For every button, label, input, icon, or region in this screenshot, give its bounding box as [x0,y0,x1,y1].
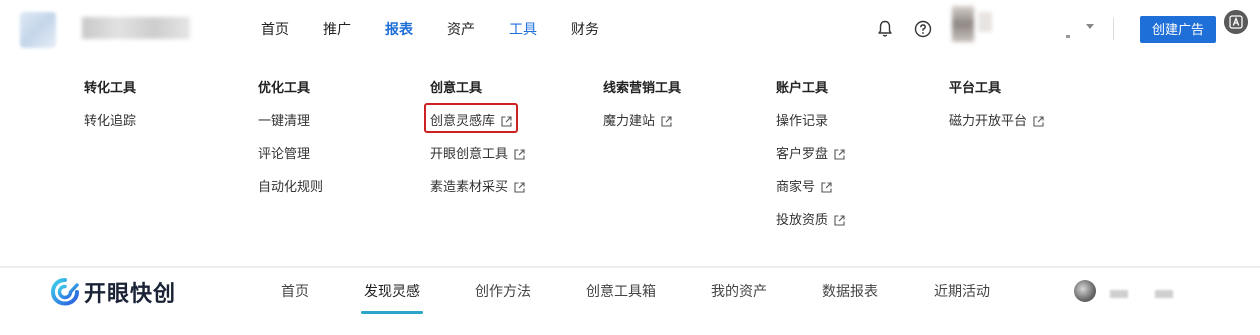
menu-item-kaiyan-creative-tool[interactable]: 开眼创意工具 [430,144,525,164]
external-link-icon [834,148,845,160]
menu-item-label: 自动化规则 [258,179,324,194]
nav-assets[interactable]: 资产 [447,0,475,58]
tab-discover-inspiration[interactable]: 发现灵感 [364,268,420,314]
column-lead-marketing-tools: 线索营销工具 魔力建站 [603,78,681,131]
account-name-redacted [82,17,190,39]
user-avatar-redacted[interactable] [952,6,974,42]
brand-name: 开眼快创 [84,281,177,306]
redacted-text [1110,290,1128,298]
app-logo[interactable] [20,12,56,48]
menu-item-one-click-cleanup[interactable]: 一键清理 [258,111,323,131]
menu-item-comment-management[interactable]: 评论管理 [258,144,323,164]
menu-item-label: 一键清理 [258,113,311,128]
menu-item-ad-qualification[interactable]: 投放资质 [776,210,845,230]
nav-reports[interactable]: 报表 [385,0,413,58]
menu-item-conversion-tracking[interactable]: 转化追踪 [84,111,136,131]
user-info-redacted [978,12,992,32]
menu-item-label: 操作记录 [776,113,829,128]
chevron-down-icon[interactable] [1086,24,1094,29]
menu-item-label: 商家号 [776,179,816,194]
column-account-tools: 账户工具 操作记录 客户罗盘 商家号 投放资质 [776,78,845,230]
highlight-box [424,103,518,133]
tab-my-assets[interactable]: 我的资产 [711,268,767,314]
menu-item-label: 客户罗盘 [776,146,829,161]
nav-promotion[interactable]: 推广 [323,0,351,58]
avatar[interactable] [1074,280,1096,302]
menu-item-operation-log[interactable]: 操作记录 [776,111,845,131]
column-title: 创意工具 [430,80,483,95]
column-conversion-tools: 转化工具 转化追踪 [84,78,136,131]
menu-item-magnetic-open-platform[interactable]: 磁力开放平台 [949,111,1044,131]
menu-item-label: 转化追踪 [84,113,137,128]
menu-item-magic-site-builder[interactable]: 魔力建站 [603,111,681,131]
create-ad-button[interactable]: 创建广告 [1140,16,1216,43]
column-title: 线索营销工具 [603,80,682,95]
nav-tools[interactable]: 工具 [509,0,537,58]
tab-recent-activities[interactable]: 近期活动 [934,268,990,314]
bell-icon[interactable] [877,20,893,38]
column-platform-tools: 平台工具 磁力开放平台 [949,78,1044,131]
external-link-icon [514,181,525,193]
kaiyan-logo-icon [50,278,79,306]
menu-item-label: 投放资质 [776,212,829,227]
column-title: 转化工具 [84,80,137,95]
redacted-text [1155,290,1173,298]
tab-home[interactable]: 首页 [281,268,309,314]
external-link-icon [821,181,832,193]
column-creative-tools: 创意工具 创意灵感库 开眼创意工具 素造素材采买 [430,78,525,197]
column-title: 账户工具 [776,80,829,95]
menu-item-merchant-account[interactable]: 商家号 [776,177,845,197]
main-nav: 首页 推广 报表 资产 工具 财务 [261,0,633,58]
redacted-mark [1066,35,1070,38]
column-optimization-tools: 优化工具 一键清理 评论管理 自动化规则 [258,78,323,197]
help-icon[interactable] [914,20,932,38]
menu-item-label: 素造素材采买 [430,179,509,194]
menu-item-label: 开眼创意工具 [430,146,509,161]
tools-dropdown-panel: 转化工具 转化追踪 优化工具 一键清理 评论管理 自动化规则 创意工具 创意灵感… [0,58,1260,258]
external-link-icon [661,115,672,127]
brand[interactable]: 开眼快创 [50,276,176,308]
external-link-icon [834,214,845,226]
tab-creation-methods[interactable]: 创作方法 [475,268,531,314]
kaiyan-navbar: 开眼快创 首页 发现灵感 创作方法 创意工具箱 我的资产 数据报表 近期活动 [0,268,1260,335]
menu-item-label: 磁力开放平台 [949,113,1028,128]
divider [1113,18,1114,40]
menu-item-automation-rules[interactable]: 自动化规则 [258,177,323,197]
nav-finance[interactable]: 财务 [571,0,599,58]
column-title: 平台工具 [949,80,1002,95]
column-title: 优化工具 [258,80,311,95]
menu-item-label: 评论管理 [258,146,311,161]
active-tab-indicator [361,311,423,314]
menu-item-material-purchase[interactable]: 素造素材采买 [430,177,525,197]
external-link-icon [1033,115,1044,127]
tab-creative-toolbox[interactable]: 创意工具箱 [586,268,656,314]
menu-item-label: 魔力建站 [603,113,656,128]
accessibility-icon[interactable] [1224,10,1248,34]
top-navbar: 首页 推广 报表 资产 工具 财务 创建广告 [0,0,1260,58]
nav-home[interactable]: 首页 [261,0,289,58]
external-link-icon [514,148,525,160]
tab-data-reports[interactable]: 数据报表 [822,268,878,314]
menu-item-customer-compass[interactable]: 客户罗盘 [776,144,845,164]
